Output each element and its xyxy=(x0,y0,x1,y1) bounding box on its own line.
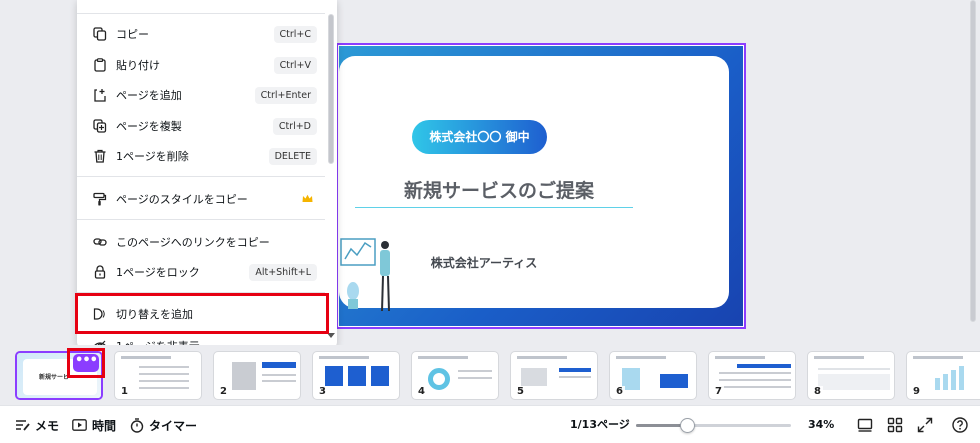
crown-icon xyxy=(302,193,313,206)
add-page-icon xyxy=(92,87,108,103)
menu-scrollbar-thumb[interactable] xyxy=(328,14,334,164)
slide-company-name[interactable]: 株式会社アーティス xyxy=(399,254,569,271)
copy-icon xyxy=(92,26,108,42)
paint-roller-icon xyxy=(92,191,108,207)
menu-item-label: このページへのリンクをコピー xyxy=(116,236,270,249)
slide-background: 株式会社〇〇 御中 新規サービスのご提案 株式会社アーティス xyxy=(339,46,743,326)
thumbnail-more-highlight: ••• xyxy=(67,348,105,378)
page-thumbnail-9[interactable]: 8 xyxy=(807,351,895,400)
thumbnail-page-number: 3 xyxy=(317,386,328,397)
menu-item-paste[interactable]: 貼り付け Ctrl+V xyxy=(77,50,325,80)
grid-view-icon[interactable] xyxy=(887,417,903,433)
link-icon xyxy=(92,234,108,250)
fullscreen-icon[interactable] xyxy=(917,417,933,433)
page-thumbnail-5[interactable]: 4 xyxy=(411,351,499,400)
menu-item-copy[interactable]: コピー Ctrl+C xyxy=(77,19,325,49)
menu-item-copy-link[interactable]: このページへのリンクをコピー xyxy=(77,227,325,257)
thumbnail-page-number: 9 xyxy=(911,386,922,397)
page-thumbnail-2[interactable]: 1 xyxy=(114,351,202,400)
slide-client-badge[interactable]: 株式会社〇〇 御中 xyxy=(412,120,547,154)
page-context-menu: コピー Ctrl+C 貼り付け Ctrl+V ページを追加 Ctrl+Enter… xyxy=(77,0,337,348)
thumbnail-page-number: 2 xyxy=(218,386,229,397)
zoom-slider-knob[interactable] xyxy=(680,418,695,433)
menu-item-lock-page[interactable]: 1ページをロック Alt+Shift+L xyxy=(77,257,325,287)
page-thumbnail-strip: 新規サービ 1 2 3 4 5 6 7 8 9 xyxy=(0,345,980,405)
menu-item-label: ページを複製 xyxy=(116,120,182,133)
menu-divider xyxy=(77,13,325,14)
menu-divider xyxy=(77,219,325,220)
thumbnail-page-number: 8 xyxy=(812,386,823,397)
page-thumbnail-4[interactable]: 3 xyxy=(312,351,400,400)
page-indicator[interactable]: 1/13ページ xyxy=(570,406,630,443)
slide-card: 株式会社〇〇 御中 新規サービスのご提案 株式会社アーティス xyxy=(339,56,729,312)
menu-item-label: コピー xyxy=(116,28,149,41)
thumbnail-page-number: 5 xyxy=(515,386,526,397)
transition-icon xyxy=(92,306,108,322)
presenter-illustration[interactable] xyxy=(339,231,399,321)
page-thumbnail-8[interactable]: 7 xyxy=(708,351,796,400)
slide-title-underline xyxy=(355,207,633,208)
zoom-slider[interactable] xyxy=(636,418,791,433)
page-thumbnail-10[interactable]: 9 xyxy=(906,351,980,400)
slide-title[interactable]: 新規サービスのご提案 xyxy=(349,176,649,203)
notes-icon xyxy=(15,419,30,432)
page-thumbnail-3[interactable]: 2 xyxy=(213,351,301,400)
menu-item-add-page[interactable]: ページを追加 Ctrl+Enter xyxy=(77,80,325,110)
page-thumbnail-6[interactable]: 5 xyxy=(510,351,598,400)
menu-item-duplicate-page[interactable]: ページを複製 Ctrl+D xyxy=(77,111,325,141)
menu-item-label: ページを追加 xyxy=(116,89,182,102)
thumbnail-page-number: 1 xyxy=(119,386,130,397)
menu-item-label: 1ページをロック xyxy=(116,266,200,279)
page-more-options-button[interactable]: ••• xyxy=(73,354,99,372)
menu-item-label: 1ページを削除 xyxy=(116,150,189,163)
page-view-icon[interactable] xyxy=(857,417,873,433)
timer-label: タイマー xyxy=(149,418,198,433)
shortcut-badge: Ctrl+D xyxy=(272,117,317,135)
notes-button[interactable]: メモ xyxy=(15,406,59,443)
canvas-scrollbar[interactable] xyxy=(968,0,978,345)
zoom-percentage[interactable]: 34% xyxy=(808,406,834,443)
timer-button[interactable]: タイマー xyxy=(130,406,197,443)
menu-item-copy-style[interactable]: ページのスタイルをコピー xyxy=(77,184,325,214)
menu-item-label: ページのスタイルをコピー xyxy=(116,193,248,206)
menu-divider xyxy=(77,176,325,177)
shortcut-badge: Ctrl+C xyxy=(273,25,317,43)
shortcut-badge: Alt+Shift+L xyxy=(249,263,317,281)
page-thumbnail-7[interactable]: 6 xyxy=(609,351,697,400)
menu-item-label: 貼り付け xyxy=(116,59,160,72)
menu-item-delete-page[interactable]: 1ページを削除 DELETE xyxy=(77,141,325,171)
trash-icon xyxy=(92,148,108,164)
thumbnail-page-number: 6 xyxy=(614,386,625,397)
shortcut-badge: Ctrl+Enter xyxy=(254,86,317,104)
lock-icon xyxy=(92,264,108,280)
duplicate-icon xyxy=(92,118,108,134)
menu-divider xyxy=(77,292,325,293)
menu-scrollbar[interactable] xyxy=(326,0,335,348)
bottom-toolbar: メモ 時間 タイマー 1/13ページ 34% xyxy=(0,405,980,443)
duration-label: 時間 xyxy=(92,418,117,433)
shortcut-badge: Ctrl+V xyxy=(273,56,317,74)
scroll-down-arrow-icon[interactable] xyxy=(327,333,335,338)
thumbnail-page-number: 4 xyxy=(416,386,427,397)
play-screen-icon xyxy=(72,419,87,431)
thumbnail-title: 新規サービ xyxy=(39,374,70,381)
help-icon[interactable] xyxy=(952,417,968,433)
slide-page-1[interactable]: 株式会社〇〇 御中 新規サービスのご提案 株式会社アーティス xyxy=(336,43,746,329)
menu-item-label: 切り替えを追加 xyxy=(116,308,193,321)
notes-label: メモ xyxy=(35,418,60,433)
stopwatch-icon xyxy=(130,417,144,433)
duration-button[interactable]: 時間 xyxy=(72,406,116,443)
shortcut-badge: DELETE xyxy=(268,147,317,165)
thumbnail-page-number: 7 xyxy=(713,386,724,397)
menu-item-add-transition[interactable]: 切り替えを追加 xyxy=(77,299,325,329)
clipboard-icon xyxy=(92,57,108,73)
